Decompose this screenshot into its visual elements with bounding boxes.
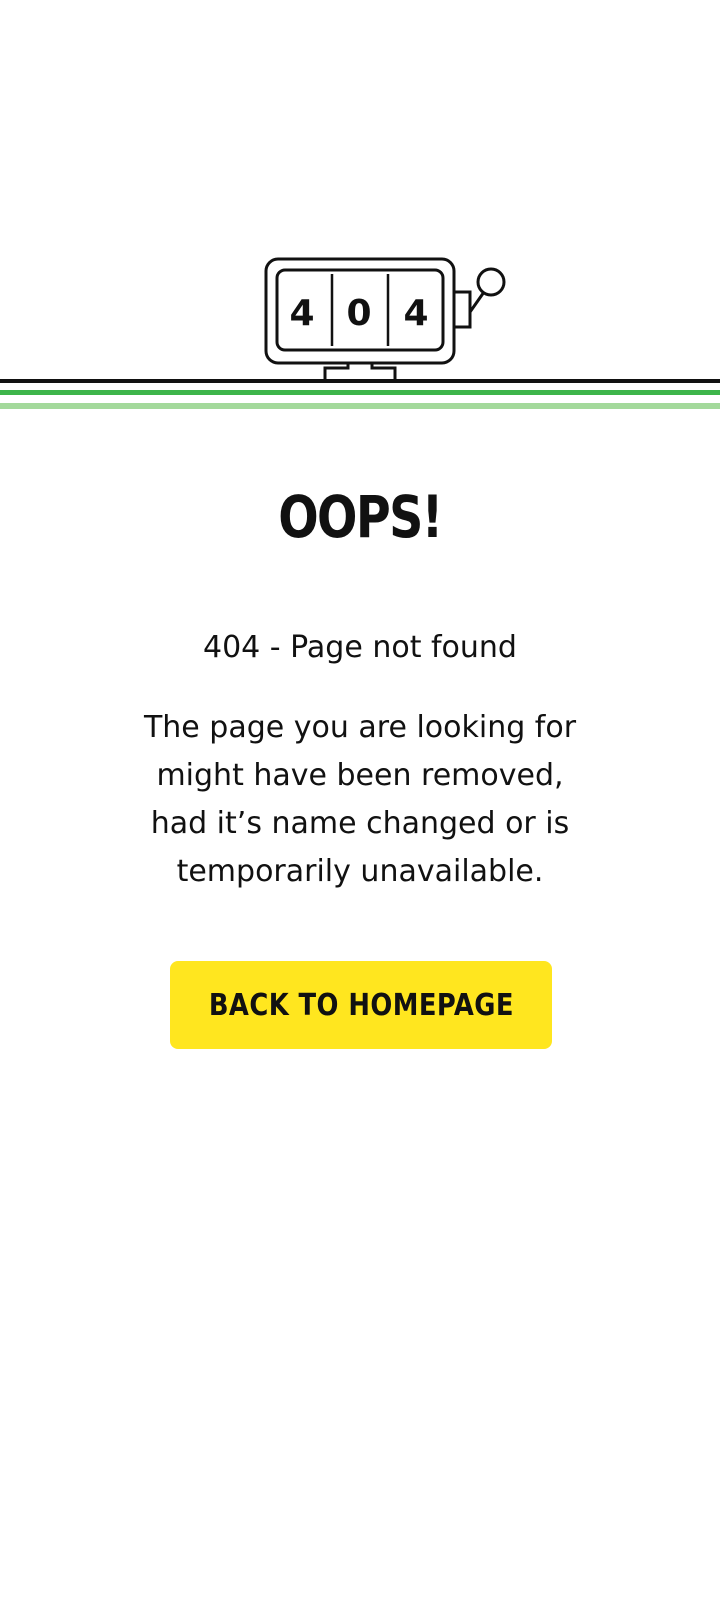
stripe-dark: [0, 379, 720, 383]
page-title: OOPS!: [278, 483, 443, 551]
slot-digit-1: 4: [289, 293, 314, 334]
error-subtitle: 404 - Page not found: [203, 630, 517, 665]
back-to-homepage-button[interactable]: BACK TO HOMEPAGE: [170, 961, 552, 1049]
slot-digit-2: 0: [346, 293, 371, 334]
error-illustration: 4 0 4: [0, 0, 720, 420]
slot-machine-icon: 4 0 4: [0, 257, 720, 409]
stripe-light-green: [0, 403, 720, 409]
slot-digit-3: 4: [403, 293, 428, 334]
error-description: The page you are looking for might have …: [143, 710, 577, 889]
back-to-homepage-label: BACK TO HOMEPAGE: [208, 987, 514, 1023]
stripe-green: [0, 390, 720, 395]
